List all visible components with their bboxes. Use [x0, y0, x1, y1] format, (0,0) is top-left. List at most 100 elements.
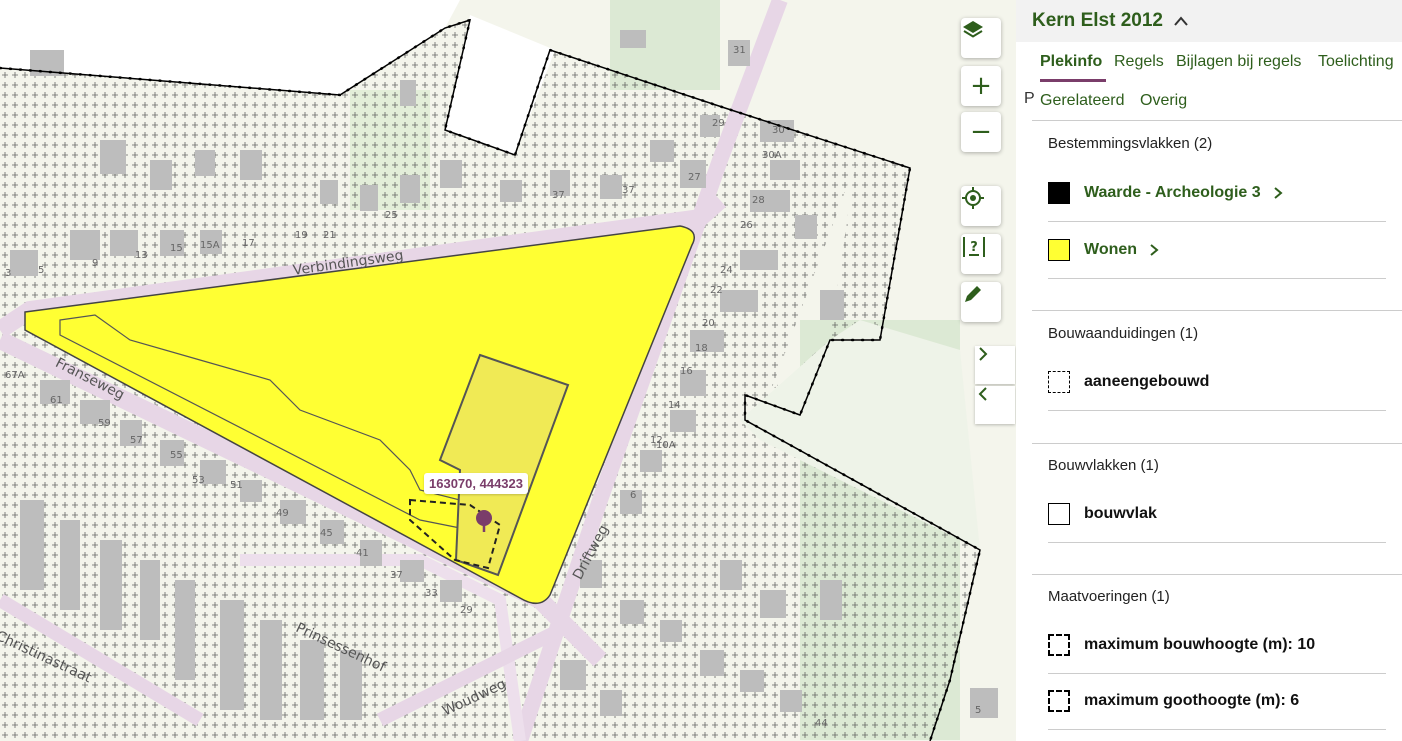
address-number: 57 [130, 435, 143, 446]
minus-icon: − [970, 117, 992, 147]
clipped-text: P [1024, 90, 1035, 107]
swatch-thick-dashed [1048, 634, 1070, 656]
swatch-black [1048, 182, 1070, 204]
info-button[interactable]: ? [961, 234, 1001, 274]
address-number: 37 [390, 570, 403, 581]
address-number: 27 [688, 172, 701, 183]
section-bouwvlakken: Bouwvlakken (1) [1048, 457, 1402, 474]
address-number: 10A [656, 440, 676, 451]
item-label: bouwvlak [1084, 505, 1157, 522]
address-number: 14 [668, 400, 681, 411]
address-number: 55 [170, 450, 183, 461]
address-number: 31 [733, 45, 746, 56]
item-label: aaneengebouwd [1084, 373, 1210, 390]
address-number: 19 [295, 230, 308, 241]
section-maatvoeringen: Maatvoeringen (1) [1048, 588, 1402, 605]
item-label: maximum goothoogte (m): 6 [1084, 692, 1300, 709]
section-title: Maatvoeringen (1) [1048, 588, 1170, 605]
item-bouwvlak[interactable]: bouwvlak [1048, 486, 1386, 543]
map-canvas[interactable] [0, 0, 1016, 741]
tab-plekinfo[interactable]: Plekinfo [1040, 53, 1102, 71]
address-number: 26 [740, 220, 753, 231]
address-number: 15 [170, 243, 183, 254]
address-number: 22 [710, 285, 723, 296]
address-number: 67A [5, 370, 25, 381]
swatch-thick-dashed [1048, 690, 1070, 712]
tab-regels[interactable]: Regels [1114, 53, 1164, 71]
address-number: 37 [552, 190, 565, 201]
info-icon: ? [963, 237, 985, 257]
address-number: 3 [5, 268, 12, 279]
address-number: 25 [385, 210, 398, 221]
address-number: 6 [630, 490, 637, 501]
item-maximum-bouwhoogte[interactable]: maximum bouwhoogte (m): 10 [1048, 617, 1386, 674]
address-number: 5 [975, 705, 982, 716]
address-number: 18 [695, 343, 708, 354]
address-number: 29 [460, 605, 473, 616]
address-number: 21 [323, 230, 336, 241]
swatch-yellow [1048, 239, 1070, 261]
pencil-icon [965, 286, 981, 302]
address-number: 41 [356, 548, 369, 559]
address-number: 29 [712, 118, 725, 129]
panel-header[interactable]: Kern Elst 2012 [1016, 0, 1402, 42]
address-number: 5 [38, 265, 45, 276]
item-label: maximum bouwhoogte (m): 10 [1084, 636, 1316, 653]
chevron-up-icon[interactable] [1173, 15, 1189, 27]
address-number: 16 [680, 366, 693, 377]
address-number: 20 [702, 318, 715, 329]
tabs-divider [1032, 120, 1402, 121]
section-divider [1032, 574, 1402, 575]
item-wonen[interactable]: Wonen [1048, 222, 1386, 279]
layers-button[interactable] [961, 18, 1001, 58]
tab-overig[interactable]: Overig [1140, 92, 1187, 110]
address-number: 30A [762, 150, 782, 161]
address-number: 9 [92, 258, 99, 269]
locate-button[interactable] [961, 186, 1001, 226]
tab-toelichting[interactable]: Toelichting [1318, 53, 1394, 71]
address-number: 13 [135, 250, 148, 261]
item-aaneengebouwd[interactable]: aaneengebouwd [1048, 354, 1386, 411]
tab-bijlagen[interactable]: Bijlagen bij regels [1176, 53, 1301, 71]
expand-panel-button[interactable] [975, 346, 1015, 384]
section-title: Bouwvlakken (1) [1048, 457, 1159, 474]
active-tab-indicator [1040, 79, 1106, 82]
address-number: 45 [320, 528, 333, 539]
draw-button[interactable] [961, 282, 1001, 322]
info-panel: Kern Elst 2012 Plekinfo Regels Bijlagen … [1016, 0, 1402, 741]
swatch-dashed [1048, 371, 1070, 393]
collapse-panel-button[interactable] [975, 386, 1015, 424]
address-number: 15A [200, 240, 220, 251]
item-maximum-goothoogte[interactable]: maximum goothoogte (m): 6 [1048, 673, 1386, 730]
zoom-in-button[interactable]: + [961, 66, 1001, 106]
address-number: 33 [425, 588, 438, 599]
item-waarde-archeologie[interactable]: Waarde - Archeologie 3 [1048, 165, 1386, 222]
coordinate-label: 163070, 444323 [424, 473, 528, 494]
zoom-out-button[interactable]: − [961, 112, 1001, 152]
address-number: 51 [230, 480, 243, 491]
address-number: 59 [98, 418, 111, 429]
tab-gerelateerd[interactable]: Gerelateerd [1040, 92, 1125, 110]
svg-text:?: ? [970, 240, 978, 255]
chevron-right-icon [1274, 187, 1283, 199]
section-title: Bestemmingsvlakken (2) [1048, 135, 1213, 152]
address-number: 17 [242, 238, 255, 249]
panel-title: Kern Elst 2012 [1032, 10, 1163, 31]
address-number: 28 [752, 195, 765, 206]
address-number: 49 [276, 508, 289, 519]
item-label: Wonen [1084, 241, 1138, 258]
address-number: 53 [192, 475, 205, 486]
chevron-right-icon [1150, 244, 1159, 256]
layers-icon [963, 21, 983, 38]
map-view[interactable]: Verbindingsweg Franseweg Driftweg Prinse… [0, 0, 1016, 741]
address-number: 37 [622, 185, 635, 196]
swatch-outline [1048, 503, 1070, 525]
address-number: 61 [50, 395, 63, 406]
section-divider [1032, 443, 1402, 444]
chevron-right-icon [979, 347, 988, 361]
plus-icon: + [970, 71, 992, 101]
item-label: Waarde - Archeologie 3 [1084, 184, 1261, 201]
chevron-left-icon [978, 387, 987, 401]
address-number: 30 [772, 125, 785, 136]
locate-icon [962, 187, 984, 209]
